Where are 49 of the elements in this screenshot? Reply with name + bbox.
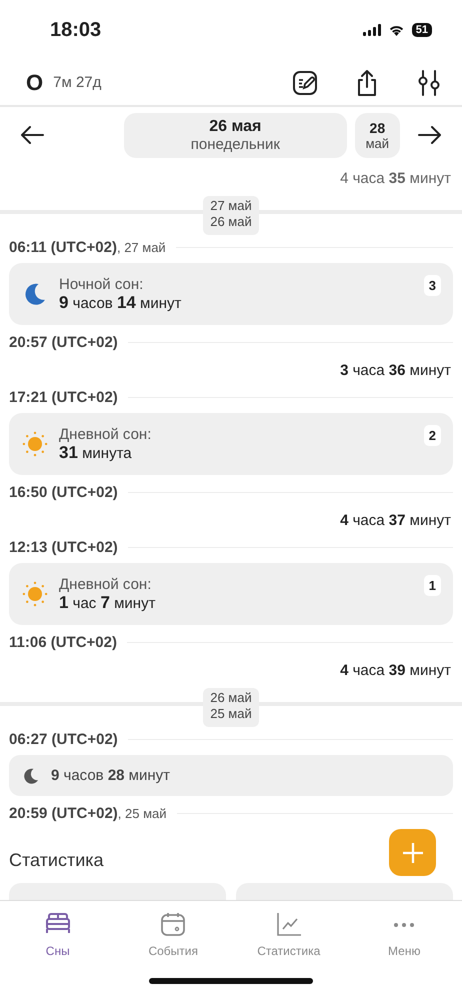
event-time: 20:57 (UTC+02) — [9, 334, 118, 351]
event-time: 17:21 (UTC+02) — [9, 389, 118, 406]
sleep-duration: 31 минута — [59, 442, 133, 462]
section-heading: Статистика — [9, 850, 104, 871]
chart-icon — [274, 911, 303, 939]
sleep-card[interactable]: Дневной сон: 1 час 7 минут 1 — [9, 563, 453, 625]
sleep-number-badge: 3 — [424, 275, 441, 296]
status-time: 18:03 — [50, 18, 102, 42]
sleep-duration: 9 часов 28 минут — [51, 767, 170, 784]
sleep-card[interactable]: 9 часов 28 минут — [9, 755, 453, 796]
event-time: 06:27 (UTC+02) — [9, 731, 118, 748]
awake-duration: 4 часа 39 минут — [340, 662, 451, 678]
sleep-card[interactable]: Ночной сон: 9 часов 14 минут 3 — [9, 263, 453, 325]
back-arrow-icon[interactable] — [20, 125, 44, 145]
sleep-number-badge: 1 — [424, 575, 441, 596]
sleep-duration: 9 часов 14 минут — [59, 292, 182, 312]
profile-initial[interactable]: О — [26, 70, 44, 96]
event-time: 12:13 (UTC+02) — [9, 539, 118, 556]
moon-icon — [21, 766, 41, 786]
date-change-label: 26 май 25 май — [203, 688, 259, 727]
sliders-icon[interactable] — [416, 68, 442, 96]
edit-icon[interactable] — [292, 70, 318, 96]
awake-duration: 3 часа 36 минут — [340, 362, 451, 378]
awake-duration: 4 часа 37 минут — [340, 512, 451, 528]
battery-icon: 51 — [412, 23, 432, 37]
plus-icon — [402, 842, 422, 862]
signal-icon — [362, 24, 381, 36]
event-time: 11:06 (UTC+02) — [9, 634, 117, 651]
event-time: 20:59 (UTC+02), 25 май — [9, 805, 167, 822]
sleep-duration: 1 час 7 минут — [59, 592, 156, 612]
awake-duration: 4 часа 35 минут — [340, 170, 451, 186]
sun-icon — [21, 430, 49, 458]
calendar-icon — [159, 911, 188, 939]
date-selector[interactable]: 26 мая понедельник — [124, 112, 347, 158]
next-date-button[interactable]: 28 май — [354, 112, 400, 158]
sleep-type-label: Дневной сон: — [59, 426, 152, 442]
sleep-type-label: Дневной сон: — [59, 576, 152, 592]
sleep-type-label: Ночной сон: — [59, 276, 144, 292]
child-age: 7м 27д — [53, 74, 102, 91]
sleep-card[interactable]: Дневной сон: 31 минута 2 — [9, 413, 453, 475]
event-time: 06:11 (UTC+02), 27 май — [9, 239, 166, 256]
date-change-label: 27 май 26 май — [203, 196, 259, 235]
tab-item[interactable]: Сны — [0, 911, 116, 958]
more-icon — [393, 922, 416, 928]
sun-icon — [21, 580, 49, 608]
sleep-number-badge: 2 — [424, 425, 441, 446]
wifi-icon — [388, 24, 405, 36]
event-time: 16:50 (UTC+02) — [9, 484, 118, 501]
forward-arrow-icon[interactable] — [418, 125, 442, 145]
